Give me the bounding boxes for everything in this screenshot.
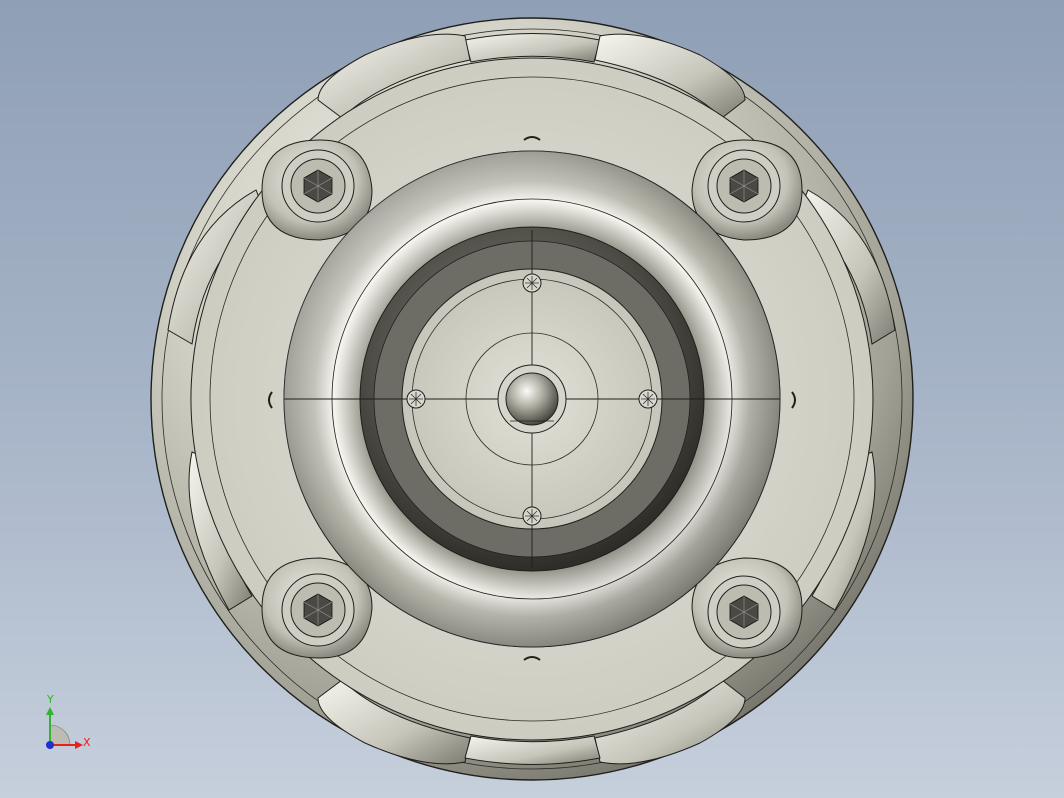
hex-socket-screw-icon bbox=[281, 149, 355, 223]
coordinate-triad: Y X bbox=[38, 694, 98, 758]
star-screw-icon bbox=[638, 389, 658, 409]
star-screw-icon bbox=[522, 506, 542, 526]
cad-viewport[interactable]: Y X bbox=[0, 0, 1064, 798]
star-screw-icon bbox=[406, 389, 426, 409]
triad-y-label: Y bbox=[47, 693, 54, 706]
triad-quarter-disc bbox=[49, 724, 71, 746]
wheel-model[interactable] bbox=[0, 0, 1064, 798]
hex-socket-screw-icon bbox=[707, 149, 781, 223]
triad-x-label: X bbox=[83, 736, 91, 749]
ball-bearing-icon bbox=[497, 364, 567, 434]
triad-z-axis bbox=[46, 741, 54, 749]
hex-socket-screw-icon bbox=[707, 575, 781, 649]
hex-socket-screw-icon bbox=[281, 573, 355, 647]
star-screw-icon bbox=[522, 273, 542, 293]
